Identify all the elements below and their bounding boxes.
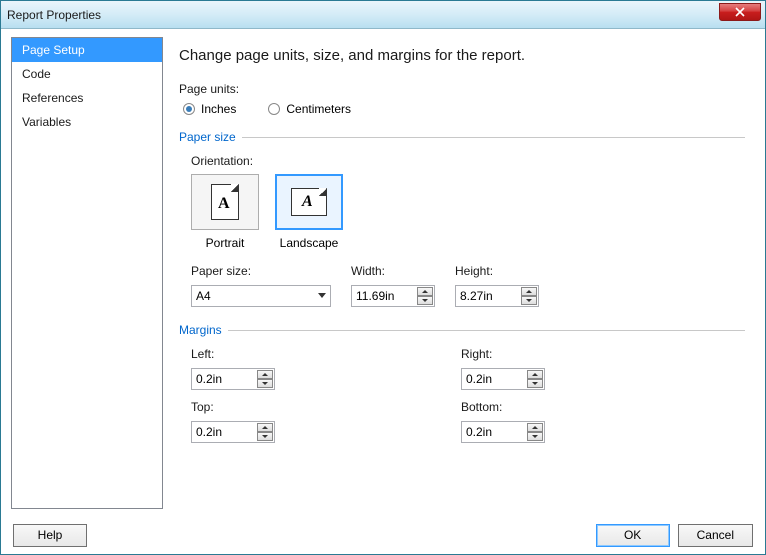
margin-top-label: Top: [191,400,341,414]
orientation-labels: Portrait Landscape [191,236,745,250]
content-pane: Change page units, size, and margins for… [175,37,755,509]
page-portrait-icon: A [211,184,239,220]
page-units-label: Page units: [179,82,745,96]
page-landscape-icon: A [291,188,327,216]
orientation-options: A A [191,174,745,230]
spin-up-icon[interactable] [527,423,543,432]
title-bar: Report Properties [1,1,765,29]
height-spinner[interactable] [455,285,539,307]
close-button[interactable] [719,3,761,21]
paper-size-value: A4 [196,289,211,303]
orientation-landscape-label: Landscape [275,236,343,250]
page-heading: Change page units, size, and margins for… [179,47,745,64]
spin-down-icon[interactable] [257,432,273,441]
ok-button[interactable]: OK [596,524,670,547]
help-button[interactable]: Help [13,524,87,547]
divider [242,137,745,138]
margin-bottom-label: Bottom: [461,400,611,414]
spin-up-icon[interactable] [417,287,433,296]
sidebar-item-code[interactable]: Code [12,62,162,86]
orientation-landscape[interactable]: A [275,174,343,230]
page-units-radios: Inches Centimeters [183,102,745,116]
divider [228,330,745,331]
orientation-label: Orientation: [191,154,745,168]
spin-down-icon[interactable] [257,379,273,388]
height-label: Height: [455,264,539,278]
sidebar: Page Setup Code References Variables [11,37,163,509]
spin-up-icon[interactable] [521,287,537,296]
radio-centimeters-label: Centimeters [286,102,351,116]
sidebar-item-references[interactable]: References [12,86,162,110]
paper-size-row: Paper size: A4 Width: Height: [191,264,745,307]
margin-left-input[interactable] [192,372,250,386]
paper-size-group-label: Paper size [179,130,236,144]
dialog-body: Page Setup Code References Variables Cha… [1,29,765,509]
radio-dot-icon [268,103,280,115]
margins-grid: Left: Right: Top: [191,347,611,443]
margin-right-spinner[interactable] [461,368,545,390]
radio-inches-label: Inches [201,102,236,116]
margin-bottom-spinner[interactable] [461,421,545,443]
orientation-portrait-label: Portrait [191,236,259,250]
dialog-footer: Help OK Cancel [1,516,765,554]
window-title: Report Properties [7,8,101,22]
spin-up-icon[interactable] [527,370,543,379]
height-input[interactable] [456,289,514,303]
spin-down-icon[interactable] [527,379,543,388]
margin-left-label: Left: [191,347,341,361]
width-label: Width: [351,264,435,278]
width-input[interactable] [352,289,410,303]
cancel-button[interactable]: Cancel [678,524,753,547]
sidebar-item-variables[interactable]: Variables [12,110,162,134]
margin-right-input[interactable] [462,372,520,386]
width-spinner[interactable] [351,285,435,307]
sidebar-item-page-setup[interactable]: Page Setup [12,38,162,62]
radio-inches[interactable]: Inches [183,102,236,116]
spin-up-icon[interactable] [257,423,273,432]
margin-right-label: Right: [461,347,611,361]
margin-top-input[interactable] [192,425,250,439]
chevron-down-icon [318,293,326,298]
dialog-window: Report Properties Page Setup Code Refere… [0,0,766,555]
spin-down-icon[interactable] [417,296,433,305]
radio-centimeters[interactable]: Centimeters [268,102,351,116]
spin-up-icon[interactable] [257,370,273,379]
paper-size-group-header: Paper size [179,130,745,144]
spin-down-icon[interactable] [527,432,543,441]
spin-down-icon[interactable] [521,296,537,305]
paper-size-combo[interactable]: A4 [191,285,331,307]
margins-group-label: Margins [179,323,222,337]
margin-bottom-input[interactable] [462,425,520,439]
radio-dot-icon [183,103,195,115]
paper-size-label: Paper size: [191,264,331,278]
close-icon [735,7,745,17]
margin-top-spinner[interactable] [191,421,275,443]
margin-left-spinner[interactable] [191,368,275,390]
orientation-portrait[interactable]: A [191,174,259,230]
margins-group-header: Margins [179,323,745,337]
